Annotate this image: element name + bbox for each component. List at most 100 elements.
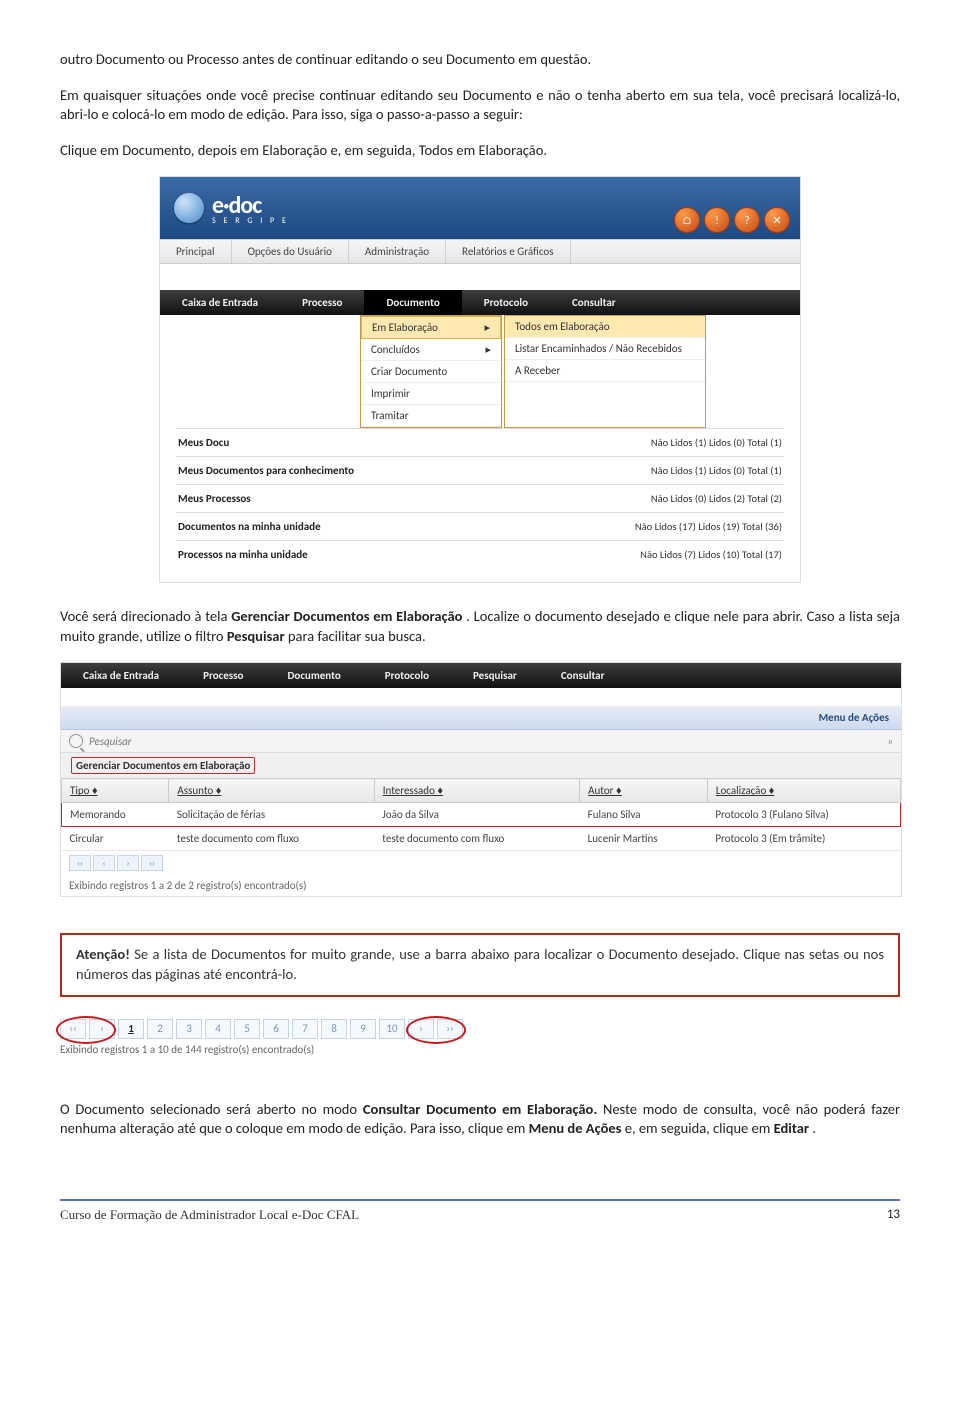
sergipe-label: S E R G I P E xyxy=(212,216,289,226)
gmenu-documento[interactable]: Documento xyxy=(265,663,362,688)
pager-prev[interactable]: ‹ xyxy=(93,855,115,871)
gerenciar-title: Gerenciar Documentos em Elaboração xyxy=(61,753,901,778)
table-header-row: Tipo ♦ Assunto ♦ Interessado ♦ Autor ♦ L… xyxy=(62,779,901,803)
cell-assunto: teste documento com fluxo xyxy=(169,827,374,851)
paragraph-3: Clique em Documento, depois em Elaboraçã… xyxy=(60,141,900,161)
pesquisar-label: Pesquisar xyxy=(89,735,132,748)
table-row[interactable]: Circular teste documento com fluxo teste… xyxy=(62,827,901,851)
pager-page-2[interactable]: 2 xyxy=(147,1019,173,1039)
inbox-counts: Não Lidos (7) Lidos (10) Total (17) xyxy=(640,548,782,561)
chevron-right-icon: ▸ xyxy=(485,343,491,356)
gmenu-caixa-entrada[interactable]: Caixa de Entrada xyxy=(61,663,181,688)
inbox-row: Meus Documentos para conhecimento Não Li… xyxy=(176,456,784,484)
menu-relatorios[interactable]: Relatórios e Gráficos xyxy=(446,240,570,263)
pager-page-6[interactable]: 6 xyxy=(263,1019,289,1039)
sub-menu: Caixa de Entrada Processo Documento Prot… xyxy=(160,290,800,315)
submenu-caixa-entrada[interactable]: Caixa de Entrada xyxy=(160,290,280,315)
pager-page-1[interactable]: 1 xyxy=(118,1019,144,1039)
dd-listar-encaminhados[interactable]: Listar Encaminhados / Não Recebidos xyxy=(505,338,705,360)
submenu-processo[interactable]: Processo xyxy=(280,290,364,315)
menu-administracao[interactable]: Administração xyxy=(349,240,446,263)
paragraph-5: O Documento selecionado será aberto no m… xyxy=(60,1100,900,1139)
th-assunto[interactable]: Assunto ♦ xyxy=(169,779,374,803)
help-icon[interactable]: ? xyxy=(734,207,760,233)
pager-page-5[interactable]: 5 xyxy=(234,1019,260,1039)
inbox-counts: Não Lidos (1) Lidos (0) Total (1) xyxy=(651,464,782,477)
highlight-circle-left xyxy=(56,1016,116,1044)
screenshot-gerenciar: Caixa de Entrada Processo Documento Prot… xyxy=(60,662,902,897)
text-span: para facilitar sua busca. xyxy=(288,627,426,645)
inbox-label: Processos na minha unidade xyxy=(178,548,308,561)
pager-page-10[interactable]: 10 xyxy=(379,1019,405,1039)
pesquisar-row[interactable]: Pesquisar » xyxy=(61,730,901,753)
menu-de-acoes-bar[interactable]: Menu de Ações xyxy=(61,706,901,730)
banner-action-buttons: ⌂ ! ? ✕ xyxy=(674,207,790,233)
pager-page-7[interactable]: 7 xyxy=(292,1019,318,1039)
th-autor[interactable]: Autor ♦ xyxy=(580,779,708,803)
dd-em-elaboracao-label: Em Elaboração xyxy=(372,321,438,334)
pager-last[interactable]: ›› xyxy=(141,855,163,871)
close-icon[interactable]: ✕ xyxy=(764,207,790,233)
gmenu-pesquisar[interactable]: Pesquisar xyxy=(451,663,539,688)
th-localizacao[interactable]: Localização ♦ xyxy=(707,779,900,803)
inbox-row: Meus Processos Não Lidos (0) Lidos (2) T… xyxy=(176,484,784,512)
pager-page-4[interactable]: 4 xyxy=(205,1019,231,1039)
cell-tipo: Circular xyxy=(62,827,169,851)
text-span: O Documento selecionado será aberto no m… xyxy=(60,1100,363,1118)
dd-todos-em-elaboracao[interactable]: Todos em Elaboração xyxy=(505,316,705,338)
pager-page-8[interactable]: 8 xyxy=(321,1019,347,1039)
cell-assunto: Solicitação de férias xyxy=(169,803,374,827)
inbox-row: Processos na minha unidade Não Lidos (7)… xyxy=(176,540,784,568)
inbox-counts: Não Lidos (0) Lidos (2) Total (2) xyxy=(651,492,782,505)
edoc-logo-icon xyxy=(174,193,204,223)
pager-first[interactable]: ‹‹ xyxy=(69,855,91,871)
cell-interessado: teste documento com fluxo xyxy=(374,827,579,851)
gmenu-protocolo[interactable]: Protocolo xyxy=(363,663,451,688)
menu-principal[interactable]: Principal xyxy=(160,240,232,263)
dd-imprimir[interactable]: Imprimir xyxy=(361,383,501,405)
menu-opcoes-usuario[interactable]: Opções do Usuário xyxy=(232,240,349,263)
alert-icon[interactable]: ! xyxy=(704,207,730,233)
inbox-label: Meus Processos xyxy=(178,492,251,505)
documentos-table: Tipo ♦ Assunto ♦ Interessado ♦ Autor ♦ L… xyxy=(61,778,901,851)
cell-localizacao: Protocolo 3 (Em trâmite) xyxy=(707,827,900,851)
dd-a-receber[interactable]: A Receber xyxy=(505,360,705,382)
submenu-protocolo[interactable]: Protocolo xyxy=(462,290,550,315)
text-bold: Consultar Documento em Elaboração. xyxy=(363,1100,597,1118)
th-interessado[interactable]: Interessado ♦ xyxy=(374,779,579,803)
search-icon xyxy=(69,734,83,748)
page-number: 13 xyxy=(887,1207,900,1223)
home-icon[interactable]: ⌂ xyxy=(674,207,700,233)
exibindo-count: Exibindo registros 1 a 2 de 2 registro(s… xyxy=(61,875,901,896)
pager-page-9[interactable]: 9 xyxy=(350,1019,376,1039)
submenu-documento[interactable]: Documento xyxy=(364,290,461,315)
paragraph-1: outro Documento ou Processo antes de con… xyxy=(60,50,900,70)
inbox-label: Meus Docu xyxy=(178,436,229,449)
inbox-label: Documentos na minha unidade xyxy=(178,520,321,533)
submenu-consultar[interactable]: Consultar xyxy=(550,290,638,315)
gmenu-processo[interactable]: Processo xyxy=(181,663,265,688)
dropdown-elaboracao: Todos em Elaboração Listar Encaminhados … xyxy=(504,315,706,428)
dd-tramitar[interactable]: Tramitar xyxy=(361,405,501,427)
dd-em-elaboracao[interactable]: Em Elaboração ▸ xyxy=(361,316,501,339)
table-row[interactable]: Memorando Solicitação de férias João da … xyxy=(62,803,901,827)
cell-autor: Lucenir Martins xyxy=(580,827,708,851)
text-bold: Gerenciar Documentos em Elaboração xyxy=(231,607,462,625)
cell-interessado: João da Silva xyxy=(374,803,579,827)
paragraph-4: Você será direcionado à tela Gerenciar D… xyxy=(60,607,900,646)
paragraph-2: Em quaisquer situações onde você precise… xyxy=(60,86,900,125)
dropdown-menus: Em Elaboração ▸ Concluídos ▸ Criar Docum… xyxy=(360,315,800,428)
footer-text: Curso de Formação de Administrador Local… xyxy=(60,1207,359,1223)
dd-concluidos[interactable]: Concluídos ▸ xyxy=(361,339,501,361)
pager-page-3[interactable]: 3 xyxy=(176,1019,202,1039)
gmenu-consultar[interactable]: Consultar xyxy=(539,663,627,688)
exibindo-count-2: Exibindo registros 1 a 10 de 144 registr… xyxy=(60,1039,900,1060)
cell-autor: Fulano Silva xyxy=(580,803,708,827)
cell-tipo: Memorando xyxy=(62,803,169,827)
th-tipo[interactable]: Tipo ♦ xyxy=(62,779,169,803)
dd-criar-documento[interactable]: Criar Documento xyxy=(361,361,501,383)
pager-next[interactable]: › xyxy=(117,855,139,871)
top-menu: Principal Opções do Usuário Administraçã… xyxy=(160,239,800,264)
screenshot-pager: ‹‹ ‹ 1 2 3 4 5 6 7 8 9 10 › ›› Exibindo … xyxy=(60,1019,900,1060)
warning-label: Atenção! xyxy=(76,945,130,963)
